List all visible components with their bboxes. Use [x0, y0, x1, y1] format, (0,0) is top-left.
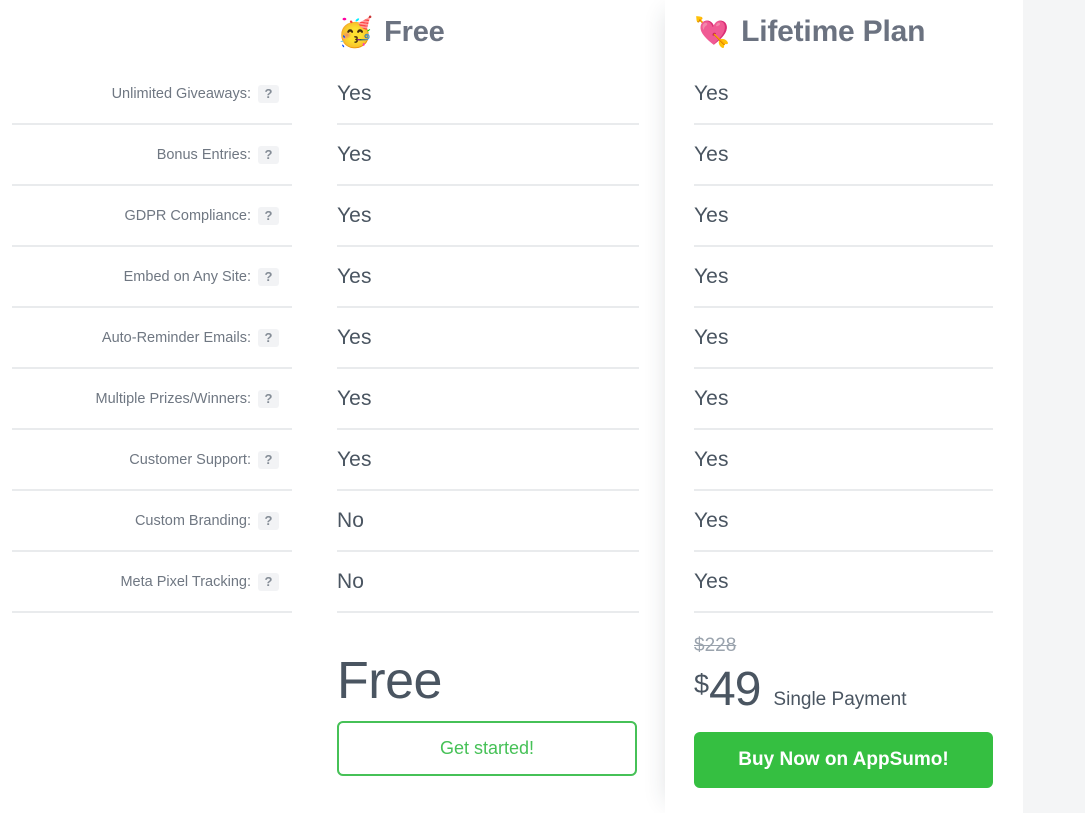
help-icon[interactable]: ?	[258, 145, 279, 164]
currency-symbol: $	[694, 669, 710, 699]
buy-now-button[interactable]: Buy Now on AppSumo!	[694, 732, 993, 788]
plan-value: Yes	[694, 264, 729, 288]
plan-value: Yes	[337, 81, 372, 105]
help-icon[interactable]: ?	[258, 450, 279, 469]
buy-now-button-label: Buy Now on AppSumo!	[738, 749, 949, 770]
current-price: $ 49 Single Payment	[694, 666, 993, 714]
feature-label: Auto-Reminder Emails:	[101, 329, 251, 346]
help-icon[interactable]: ?	[258, 267, 279, 286]
price-note: Single Payment	[773, 689, 907, 710]
plan-value: Yes	[694, 508, 729, 532]
plan-header-free: 🥳 Free	[337, 0, 639, 64]
original-price: $228	[694, 635, 737, 656]
plan-value-row: Yes	[337, 186, 639, 247]
plan-value-row: Yes	[337, 125, 639, 186]
feature-label-column: Unlimited Giveaways: ? Bonus Entries: ? …	[0, 0, 305, 613]
feature-label: Custom Branding:	[134, 512, 251, 529]
plan-value: Yes	[337, 142, 372, 166]
help-icon[interactable]: ?	[258, 206, 279, 225]
feature-column-header-spacer	[0, 0, 305, 64]
feature-label: Unlimited Giveaways:	[111, 85, 251, 102]
feature-label-row: Bonus Entries: ?	[12, 125, 292, 186]
plan-value-row: Yes	[337, 369, 639, 430]
feature-label-row: Auto-Reminder Emails: ?	[12, 308, 292, 369]
plan-value-row: Yes	[337, 64, 639, 125]
plan-value: Yes	[337, 264, 372, 288]
help-icon[interactable]: ?	[258, 84, 279, 103]
pricing-block-free: Free Get started!	[337, 655, 639, 776]
plan-value: Yes	[694, 325, 729, 349]
plan-value-row: Yes	[694, 186, 993, 247]
plan-value-row: Yes	[694, 247, 993, 308]
plan-value: No	[337, 508, 365, 532]
feature-label: Bonus Entries:	[156, 146, 251, 163]
pricing-comparison-page: Unlimited Giveaways: ? Bonus Entries: ? …	[0, 0, 1085, 813]
price-free-label: Free	[337, 652, 442, 710]
heart-with-arrow-emoji: 💘	[694, 14, 731, 49]
plan-value: Yes	[694, 569, 729, 593]
feature-label-row: Custom Branding: ?	[12, 491, 292, 552]
feature-label-row: Embed on Any Site: ?	[12, 247, 292, 308]
price-amount: 49	[709, 663, 761, 716]
plan-value: Yes	[694, 203, 729, 227]
plan-value-row: Yes	[337, 430, 639, 491]
plan-value-row: No	[337, 552, 639, 613]
plan-value: Yes	[694, 447, 729, 471]
help-icon[interactable]: ?	[258, 572, 279, 591]
plan-column-lifetime: 💘 Lifetime Plan Yes Yes Yes Yes Yes Yes	[694, 0, 994, 613]
plan-value-row: Yes	[694, 125, 993, 186]
plan-value: Yes	[337, 325, 372, 349]
plan-value: Yes	[337, 386, 372, 410]
plan-value: Yes	[694, 142, 729, 166]
feature-label: Multiple Prizes/Winners:	[95, 390, 251, 407]
feature-label-row: GDPR Compliance: ?	[12, 186, 292, 247]
help-icon[interactable]: ?	[258, 389, 279, 408]
plan-value-row: Yes	[694, 369, 993, 430]
help-icon[interactable]: ?	[258, 328, 279, 347]
get-started-button-label: Get started!	[439, 738, 535, 758]
feature-label-row: Multiple Prizes/Winners: ?	[12, 369, 292, 430]
plan-comparison-table: Unlimited Giveaways: ? Bonus Entries: ? …	[0, 0, 1085, 813]
feature-label: Customer Support:	[129, 451, 251, 468]
plan-value: Yes	[694, 386, 729, 410]
get-started-button[interactable]: Get started!	[337, 721, 637, 776]
partying-face-emoji: 🥳	[337, 14, 374, 49]
plan-value-row: No	[337, 491, 639, 552]
plan-value-row: Yes	[694, 64, 993, 125]
plan-value-row: Yes	[694, 308, 993, 369]
feature-label: GDPR Compliance:	[124, 207, 251, 224]
feature-label: Meta Pixel Tracking:	[120, 573, 251, 590]
plan-title: Lifetime Plan	[741, 15, 926, 48]
plan-value: Yes	[694, 81, 729, 105]
help-icon[interactable]: ?	[258, 511, 279, 530]
plan-column-free: 🥳 Free Yes Yes Yes Yes Yes Yes Yes No No	[337, 0, 639, 613]
plan-title: Free	[384, 15, 445, 48]
plan-value-row: Yes	[337, 247, 639, 308]
plan-value: Yes	[337, 203, 372, 227]
plan-value-row: Yes	[337, 308, 639, 369]
plan-value: No	[337, 569, 365, 593]
pricing-block-lifetime: $228 $ 49 Single Payment Buy Now on AppS…	[694, 636, 993, 788]
feature-label-row: Customer Support: ?	[12, 430, 292, 491]
feature-label-row: Unlimited Giveaways: ?	[12, 64, 292, 125]
plan-value-row: Yes	[694, 430, 993, 491]
feature-label: Embed on Any Site:	[123, 268, 251, 285]
feature-label-row: Meta Pixel Tracking: ?	[12, 552, 292, 613]
plan-value: Yes	[337, 447, 372, 471]
plan-value-row: Yes	[694, 491, 993, 552]
plan-header-lifetime: 💘 Lifetime Plan	[694, 0, 994, 64]
plan-value-row: Yes	[694, 552, 993, 613]
